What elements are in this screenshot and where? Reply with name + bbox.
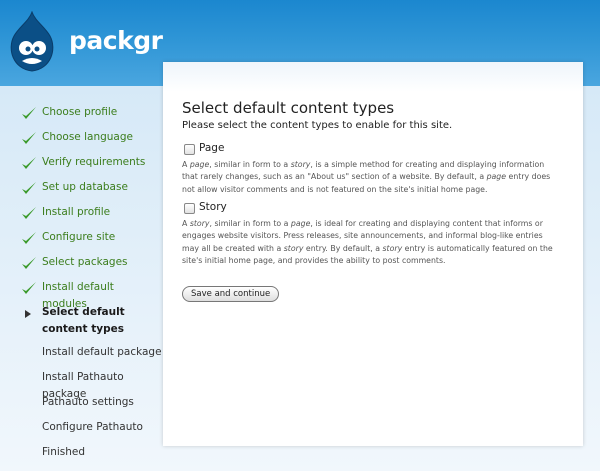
install-step-label: Select default content types	[42, 306, 125, 335]
page-title: Select default content types	[182, 99, 395, 117]
emphasized-term: story	[290, 160, 311, 169]
green-checkmark-icon	[22, 132, 36, 144]
install-step-label: Verify requirements	[42, 156, 146, 168]
green-checkmark-icon	[22, 207, 36, 219]
install-step-label: Choose profile	[42, 106, 118, 118]
story-option-description: A story, similar in form to a page, is i…	[182, 218, 562, 268]
site-name[interactable]: packgr	[69, 26, 163, 55]
green-checkmark-icon	[22, 182, 36, 194]
description-text: A	[182, 219, 190, 228]
option-header: Page	[182, 142, 562, 158]
install-step-label: Install profile	[42, 206, 111, 218]
install-step-label: Set up database	[42, 181, 128, 193]
panel-header-band	[163, 62, 583, 92]
install-step-label: Install default package	[42, 346, 162, 358]
emphasized-term: story	[382, 243, 403, 253]
emphasized-term: story	[283, 243, 304, 253]
emphasized-term: page	[189, 160, 210, 169]
install-step-label: Configure site	[42, 231, 116, 243]
description-text: A	[182, 160, 190, 169]
green-checkmark-icon	[22, 257, 36, 269]
content-type-option-story: Story A story, similar in form to a page…	[182, 201, 562, 268]
page-option-label[interactable]: Page	[199, 142, 224, 154]
page-checkbox[interactable]	[184, 144, 195, 155]
install-step-label: Configure Pathauto	[42, 421, 143, 433]
story-checkbox[interactable]	[184, 203, 195, 214]
drupal-drop-logo-icon[interactable]	[7, 11, 57, 73]
green-checkmark-icon	[22, 107, 36, 119]
page-subtitle: Please select the content types to enabl…	[182, 120, 453, 131]
emphasized-term: page	[290, 219, 311, 228]
green-checkmark-icon	[22, 282, 36, 294]
description-text: entry. By default, a	[303, 243, 383, 253]
install-step-label: Pathauto settings	[42, 396, 134, 408]
content-type-option-page: Page A page, similar in form to a story,…	[182, 142, 562, 196]
green-checkmark-icon	[22, 157, 36, 169]
main-content-panel: Select default content types Please sele…	[163, 62, 583, 446]
install-step-label: Select packages	[42, 256, 128, 268]
description-text: , similar in form to a	[209, 160, 291, 169]
install-step-label: Choose language	[42, 131, 133, 143]
story-option-label[interactable]: Story	[199, 201, 227, 213]
install-step-label: Finished	[42, 446, 86, 458]
option-header: Story	[182, 201, 562, 217]
page-option-description: A page, similar in form to a story, is a…	[182, 159, 562, 196]
emphasized-term: story	[189, 219, 210, 228]
triangle-arrow-icon	[25, 310, 31, 318]
green-checkmark-icon	[22, 232, 36, 244]
save-and-continue-button[interactable]: Save and continue	[182, 286, 280, 302]
emphasized-term: page	[486, 172, 507, 182]
description-text: , similar in form to a	[209, 219, 291, 228]
